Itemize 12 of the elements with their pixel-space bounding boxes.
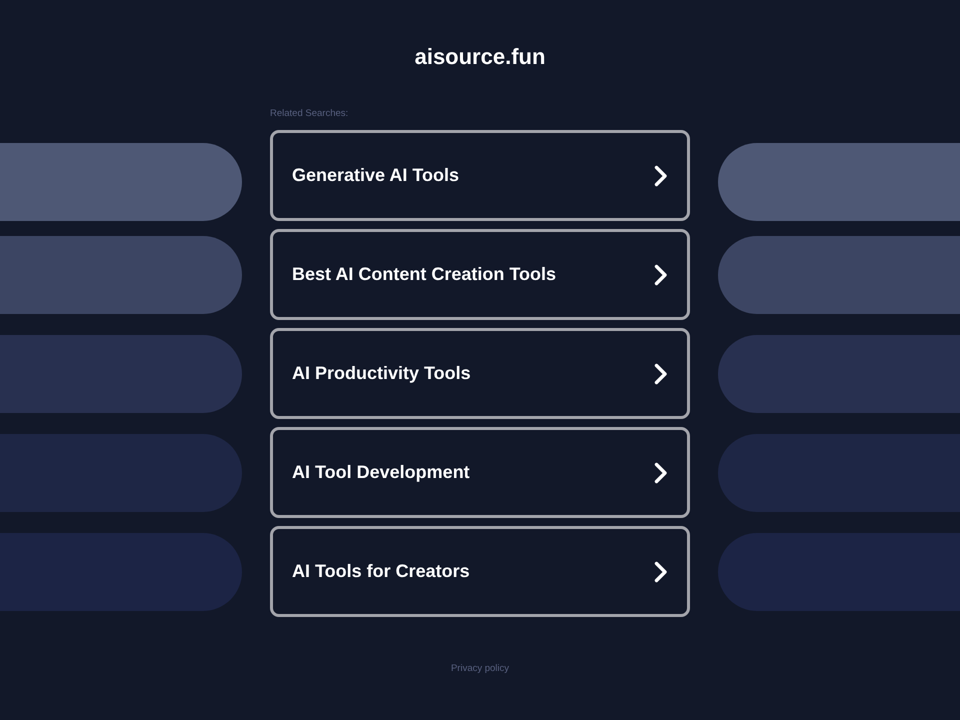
chevron-icon xyxy=(654,462,668,484)
chevron-icon xyxy=(654,264,668,286)
search-link[interactable]: AI Tool Development xyxy=(270,427,690,518)
chevron-icon xyxy=(654,362,668,384)
chevron-icon xyxy=(654,560,668,582)
related-searches-label: Related Searches: xyxy=(270,108,348,120)
search-link[interactable]: AI Tools for Creators xyxy=(270,526,690,617)
site-title: aisource.fun xyxy=(414,44,546,70)
search-link[interactable]: AI Productivity Tools xyxy=(270,328,690,419)
search-link[interactable]: Best AI Content Creation Tools xyxy=(270,229,690,320)
chevron-icon xyxy=(654,164,668,186)
search-link[interactable]: Generative AI Tools xyxy=(270,130,690,221)
